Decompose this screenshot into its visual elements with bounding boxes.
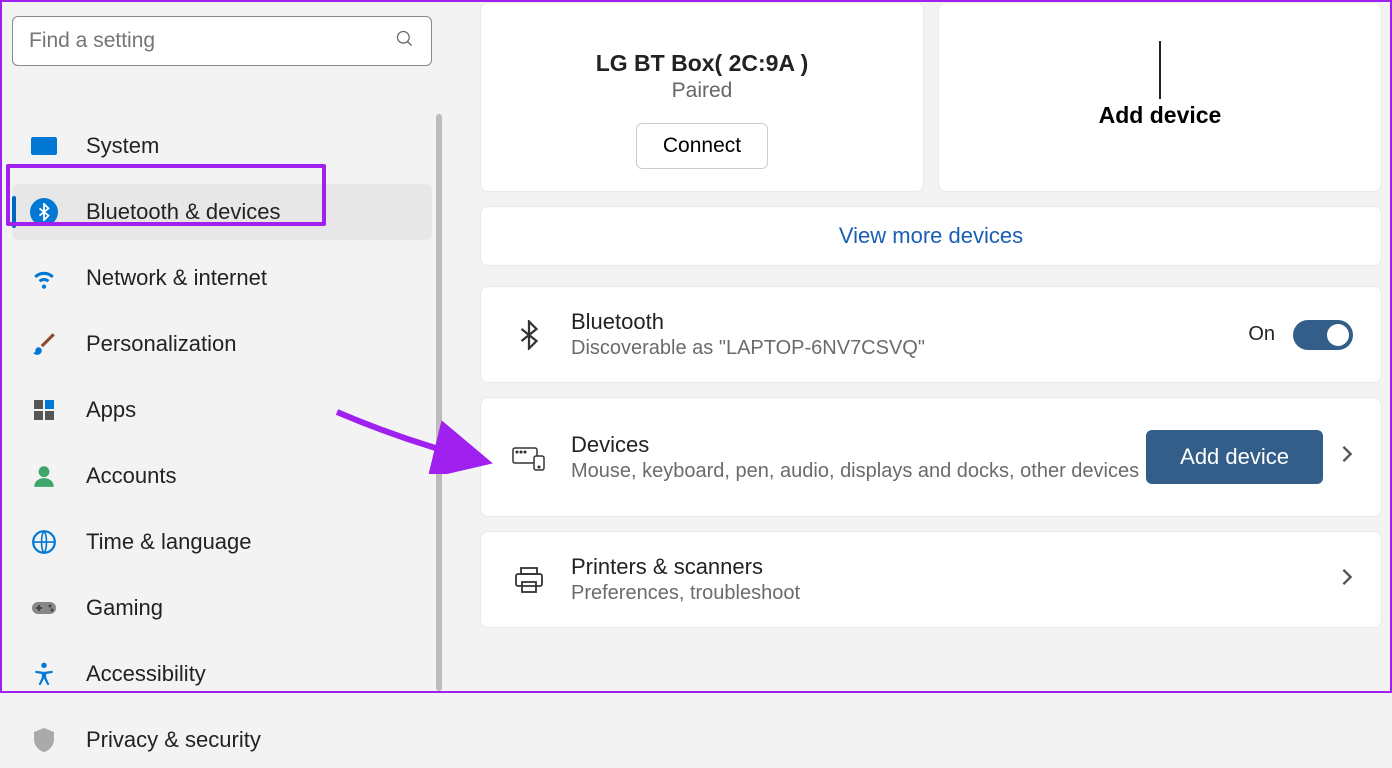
chevron-right-icon <box>1341 567 1353 593</box>
add-device-label: Add device <box>1099 102 1222 129</box>
nav-accounts[interactable]: Accounts <box>12 448 432 504</box>
nav-gaming[interactable]: Gaming <box>12 580 432 636</box>
nav-apps[interactable]: Apps <box>12 382 432 438</box>
nav-label: Gaming <box>86 595 163 621</box>
nav-privacy[interactable]: Privacy & security <box>12 712 432 768</box>
gamepad-icon <box>30 594 58 622</box>
devices-subtitle: Mouse, keyboard, pen, audio, displays an… <box>571 460 1146 483</box>
nav-system[interactable]: System <box>12 118 432 174</box>
nav-label: Apps <box>86 397 136 423</box>
devices-icon <box>509 442 549 472</box>
nav-network[interactable]: Network & internet <box>12 250 432 306</box>
view-more-label[interactable]: View more devices <box>839 223 1023 248</box>
nav-personalization[interactable]: Personalization <box>12 316 432 372</box>
devices-panel[interactable]: Devices Mouse, keyboard, pen, audio, dis… <box>480 397 1382 517</box>
brush-icon <box>30 330 58 358</box>
paired-device-card[interactable]: LG BT Box( 2C:9A ) Paired Connect <box>480 2 924 192</box>
person-icon <box>30 462 58 490</box>
nav-label: Bluetooth & devices <box>86 199 280 225</box>
nav-label: Time & language <box>86 529 252 555</box>
device-name: LG BT Box( 2C:9A ) <box>596 50 809 77</box>
view-more-devices-link[interactable]: View more devices <box>480 206 1382 266</box>
add-device-card[interactable]: Add device <box>938 2 1382 192</box>
devices-title: Devices <box>571 432 1146 458</box>
bluetooth-title: Bluetooth <box>571 309 1248 335</box>
bluetooth-panel[interactable]: Bluetooth Discoverable as "LAPTOP-6NV7CS… <box>480 286 1382 383</box>
search-box[interactable] <box>12 16 432 66</box>
content-area: LG BT Box( 2C:9A ) Paired Connect Add de… <box>442 2 1390 691</box>
search-input[interactable] <box>29 29 395 53</box>
printers-subtitle: Preferences, troubleshoot <box>571 582 1341 605</box>
monitor-icon <box>30 132 58 160</box>
bluetooth-icon <box>509 320 549 350</box>
nav-list: System Bluetooth & devices Network & int… <box>12 118 432 768</box>
device-status: Paired <box>672 79 733 103</box>
printers-panel[interactable]: Printers & scanners Preferences, trouble… <box>480 531 1382 628</box>
plus-icon <box>1159 41 1161 99</box>
bluetooth-toggle[interactable] <box>1293 320 1353 350</box>
sidebar: System Bluetooth & devices Network & int… <box>2 2 442 691</box>
printer-icon <box>509 565 549 595</box>
add-device-button[interactable]: Add device <box>1146 430 1323 484</box>
nav-label: Personalization <box>86 331 236 357</box>
nav-label: Privacy & security <box>86 727 261 753</box>
nav-label: Accounts <box>86 463 177 489</box>
nav-time-language[interactable]: Time & language <box>12 514 432 570</box>
nav-label: Network & internet <box>86 265 267 291</box>
printers-title: Printers & scanners <box>571 554 1341 580</box>
wifi-icon <box>30 264 58 292</box>
accessibility-icon <box>30 660 58 688</box>
bluetooth-subtitle: Discoverable as "LAPTOP-6NV7CSVQ" <box>571 337 1248 360</box>
shield-icon <box>30 726 58 754</box>
toggle-state-label: On <box>1248 323 1275 346</box>
globe-clock-icon <box>30 528 58 556</box>
bluetooth-icon <box>30 198 58 226</box>
nav-label: System <box>86 133 159 159</box>
apps-icon <box>30 396 58 424</box>
nav-accessibility[interactable]: Accessibility <box>12 646 432 702</box>
search-icon <box>395 29 415 54</box>
nav-label: Accessibility <box>86 661 206 687</box>
nav-bluetooth-devices[interactable]: Bluetooth & devices <box>12 184 432 240</box>
chevron-right-icon <box>1341 444 1353 470</box>
connect-button[interactable]: Connect <box>636 123 768 169</box>
